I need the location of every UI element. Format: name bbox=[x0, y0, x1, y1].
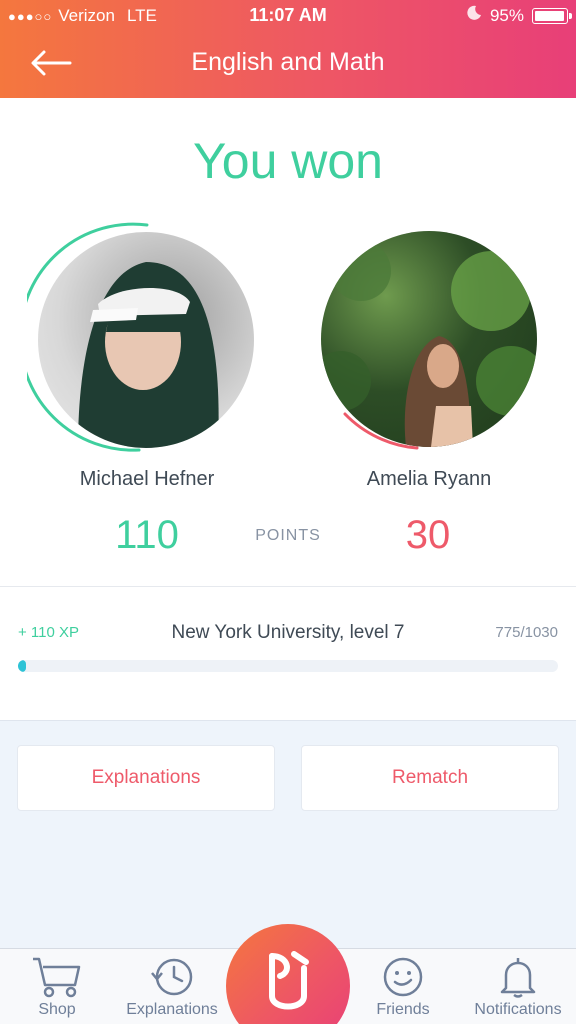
xp-progress-text: 775/1030 bbox=[495, 624, 558, 641]
battery-percent: 95% bbox=[489, 5, 524, 25]
level-label: New York University, level 7 bbox=[171, 622, 405, 643]
player-name: Michael Hefner bbox=[79, 468, 215, 490]
status-bar: ●●●○○ Verizon LTE 11:07 AM 95% bbox=[0, 0, 576, 32]
avatar bbox=[321, 231, 537, 447]
result-title: You won bbox=[193, 133, 383, 189]
tab-label: Notifications bbox=[474, 1001, 562, 1018]
player-name: Amelia Ryann bbox=[366, 468, 492, 490]
app-logo-icon bbox=[269, 951, 309, 1010]
tab-explanations[interactable]: Explanations bbox=[117, 955, 227, 1019]
explanations-button[interactable]: Explanations bbox=[17, 745, 275, 811]
section-divider bbox=[0, 586, 576, 587]
tab-label: Explanations bbox=[126, 1001, 218, 1018]
battery-icon bbox=[532, 7, 572, 24]
smiley-icon bbox=[383, 957, 423, 997]
profile-photo bbox=[78, 262, 219, 448]
xp-summary: + 110 XP New York University, level 7 77… bbox=[18, 622, 558, 646]
status-right: 95% bbox=[466, 5, 572, 26]
player-2-score: 30 bbox=[405, 513, 451, 557]
tab-friends[interactable]: Friends bbox=[348, 955, 458, 1019]
actions-panel: Explanations Rematch bbox=[0, 720, 576, 948]
xp-progress-bar bbox=[18, 660, 558, 672]
cart-icon bbox=[33, 957, 81, 998]
xp-progress-fill bbox=[18, 660, 27, 672]
player-card-2: Amelia Ryann bbox=[309, 222, 549, 491]
avatar bbox=[38, 232, 254, 448]
app-header: ●●●○○ Verizon LTE 11:07 AM 95% English a… bbox=[0, 0, 576, 98]
bell-icon bbox=[500, 958, 536, 998]
avatar-frame bbox=[309, 222, 549, 454]
history-icon bbox=[151, 958, 193, 996]
page-title: English and Math bbox=[191, 48, 385, 76]
tab-label: Friends bbox=[376, 1001, 430, 1018]
player-card-1: Michael Hefner bbox=[27, 222, 267, 491]
avatar-frame bbox=[27, 222, 267, 454]
battery-fill bbox=[535, 10, 564, 21]
tab-notifications[interactable]: Notifications bbox=[463, 955, 573, 1019]
rematch-button[interactable]: Rematch bbox=[301, 745, 559, 811]
do-not-disturb-icon bbox=[466, 5, 482, 26]
tab-shop[interactable]: Shop bbox=[2, 955, 112, 1019]
tab-label: Shop bbox=[38, 1001, 76, 1018]
profile-photo bbox=[321, 241, 537, 447]
